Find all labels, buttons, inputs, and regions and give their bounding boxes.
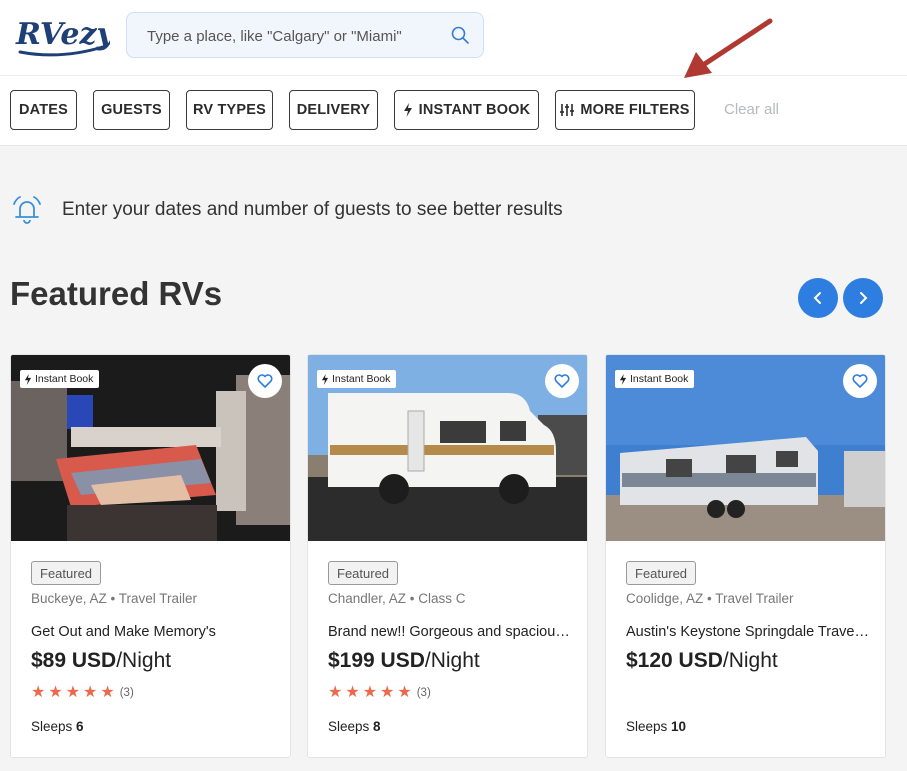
- featured-badge: Featured: [328, 561, 399, 585]
- instant-book-badge: Instant Book: [317, 370, 397, 388]
- instant-book-badge-label: Instant Book: [630, 373, 689, 385]
- notice-text: Enter your dates and number of guests to…: [62, 199, 563, 220]
- star-icon: ★: [328, 684, 343, 701]
- more-filters-button[interactable]: MORE FILTERS: [555, 90, 695, 130]
- rv-types-filter-button[interactable]: RV TYPES: [186, 90, 273, 130]
- heart-icon: [257, 374, 273, 388]
- chevron-left-icon: [813, 292, 821, 304]
- card-rating: ★ ★ ★ ★ ★ (3): [31, 685, 134, 701]
- card-sleeps: Sleeps 10: [626, 719, 687, 734]
- instant-book-badge: Instant Book: [20, 370, 100, 388]
- rvezy-watermark: RVezy Go Anywhere!: [497, 714, 579, 749]
- filter-bar: DATES GUESTS RV TYPES DELIVERY INSTANT B…: [0, 75, 907, 146]
- star-icon: ★: [380, 684, 395, 701]
- lightning-icon: [619, 373, 627, 385]
- dates-filter-button[interactable]: DATES: [10, 90, 77, 130]
- heart-icon: [852, 374, 868, 388]
- card-sleeps: Sleeps 6: [31, 719, 84, 734]
- star-icon: ★: [100, 684, 115, 701]
- star-icon: ★: [31, 684, 46, 701]
- featured-badge: Featured: [31, 561, 102, 585]
- bell-icon: [13, 196, 41, 224]
- annotation-arrow: [684, 18, 773, 78]
- instant-book-badge-label: Instant Book: [35, 373, 94, 385]
- rv-card[interactable]: Instant Book RVezy Go Anywhere! Featured…: [10, 354, 291, 758]
- delivery-filter-button[interactable]: DELIVERY: [289, 90, 378, 130]
- rv-card[interactable]: Instant Book RVezy Go Anywhere! Featured…: [605, 354, 886, 758]
- guests-filter-button[interactable]: GUESTS: [93, 90, 170, 130]
- card-location: Chandler, AZ • Class C: [328, 591, 466, 606]
- featured-title: Featured RVs: [10, 275, 223, 312]
- chevron-right-icon: [860, 292, 868, 304]
- card-title[interactable]: Austin's Keystone Springdale Travel ...: [626, 624, 871, 640]
- star-icon: ★: [345, 684, 360, 701]
- star-icon: ★: [362, 684, 378, 701]
- star-icon: ★: [83, 684, 98, 701]
- card-price: $120 USD/Night: [626, 649, 778, 672]
- clear-all-link[interactable]: Clear all: [724, 101, 779, 118]
- lightning-icon: [321, 373, 329, 385]
- review-count: (3): [119, 687, 134, 699]
- search-placeholder: Type a place, like "Calgary" or "Miami": [147, 28, 402, 45]
- instant-book-filter-label: INSTANT BOOK: [418, 102, 531, 118]
- carousel-next-button[interactable]: [843, 278, 883, 318]
- card-sleeps: Sleeps 8: [328, 719, 381, 734]
- lightning-icon: [24, 373, 32, 385]
- star-icon: ★: [65, 684, 81, 701]
- card-title[interactable]: Brand new!! Gorgeous and spacious...: [328, 624, 573, 640]
- featured-badge: Featured: [626, 561, 697, 585]
- search-icon[interactable]: [451, 26, 469, 44]
- instant-book-badge: Instant Book: [615, 370, 695, 388]
- lightning-icon: [403, 103, 412, 117]
- guests-filter-label: GUESTS: [101, 102, 162, 118]
- star-icon: ★: [48, 684, 63, 701]
- svg-text:RVezy: RVezy: [15, 17, 110, 52]
- delivery-filter-label: DELIVERY: [296, 102, 371, 118]
- rv-types-filter-label: RV TYPES: [192, 102, 267, 118]
- more-filters-label: MORE FILTERS: [580, 102, 690, 118]
- search-input[interactable]: Type a place, like "Calgary" or "Miami": [126, 12, 484, 58]
- card-title[interactable]: Get Out and Make Memory's: [31, 624, 276, 640]
- card-location: Coolidge, AZ • Travel Trailer: [626, 591, 794, 606]
- heart-icon: [554, 374, 570, 388]
- carousel-prev-button[interactable]: [798, 278, 838, 318]
- card-location: Buckeye, AZ • Travel Trailer: [31, 591, 198, 606]
- favorite-button[interactable]: [248, 364, 282, 398]
- review-count: (3): [416, 687, 431, 699]
- card-rating: ★ ★ ★ ★ ★ (3): [328, 685, 431, 701]
- card-price: $199 USD/Night: [328, 649, 480, 672]
- instant-book-filter-button[interactable]: INSTANT BOOK: [394, 90, 539, 130]
- dates-filter-label: DATES: [18, 102, 69, 118]
- favorite-button[interactable]: [843, 364, 877, 398]
- card-price: $89 USD/Night: [31, 649, 172, 672]
- rv-card[interactable]: Instant Book RVezy Go Anywhere! Featured…: [307, 354, 588, 758]
- rvezy-watermark: RVezy Go Anywhere!: [795, 714, 877, 749]
- rvezy-logo[interactable]: RVezy: [14, 10, 110, 60]
- favorite-button[interactable]: [545, 364, 579, 398]
- instant-book-badge-label: Instant Book: [332, 373, 391, 385]
- sliders-icon: [560, 104, 575, 116]
- star-icon: ★: [397, 684, 412, 701]
- dates-notice: Enter your dates and number of guests to…: [10, 192, 563, 228]
- rvezy-watermark: RVezy Go Anywhere!: [200, 714, 282, 749]
